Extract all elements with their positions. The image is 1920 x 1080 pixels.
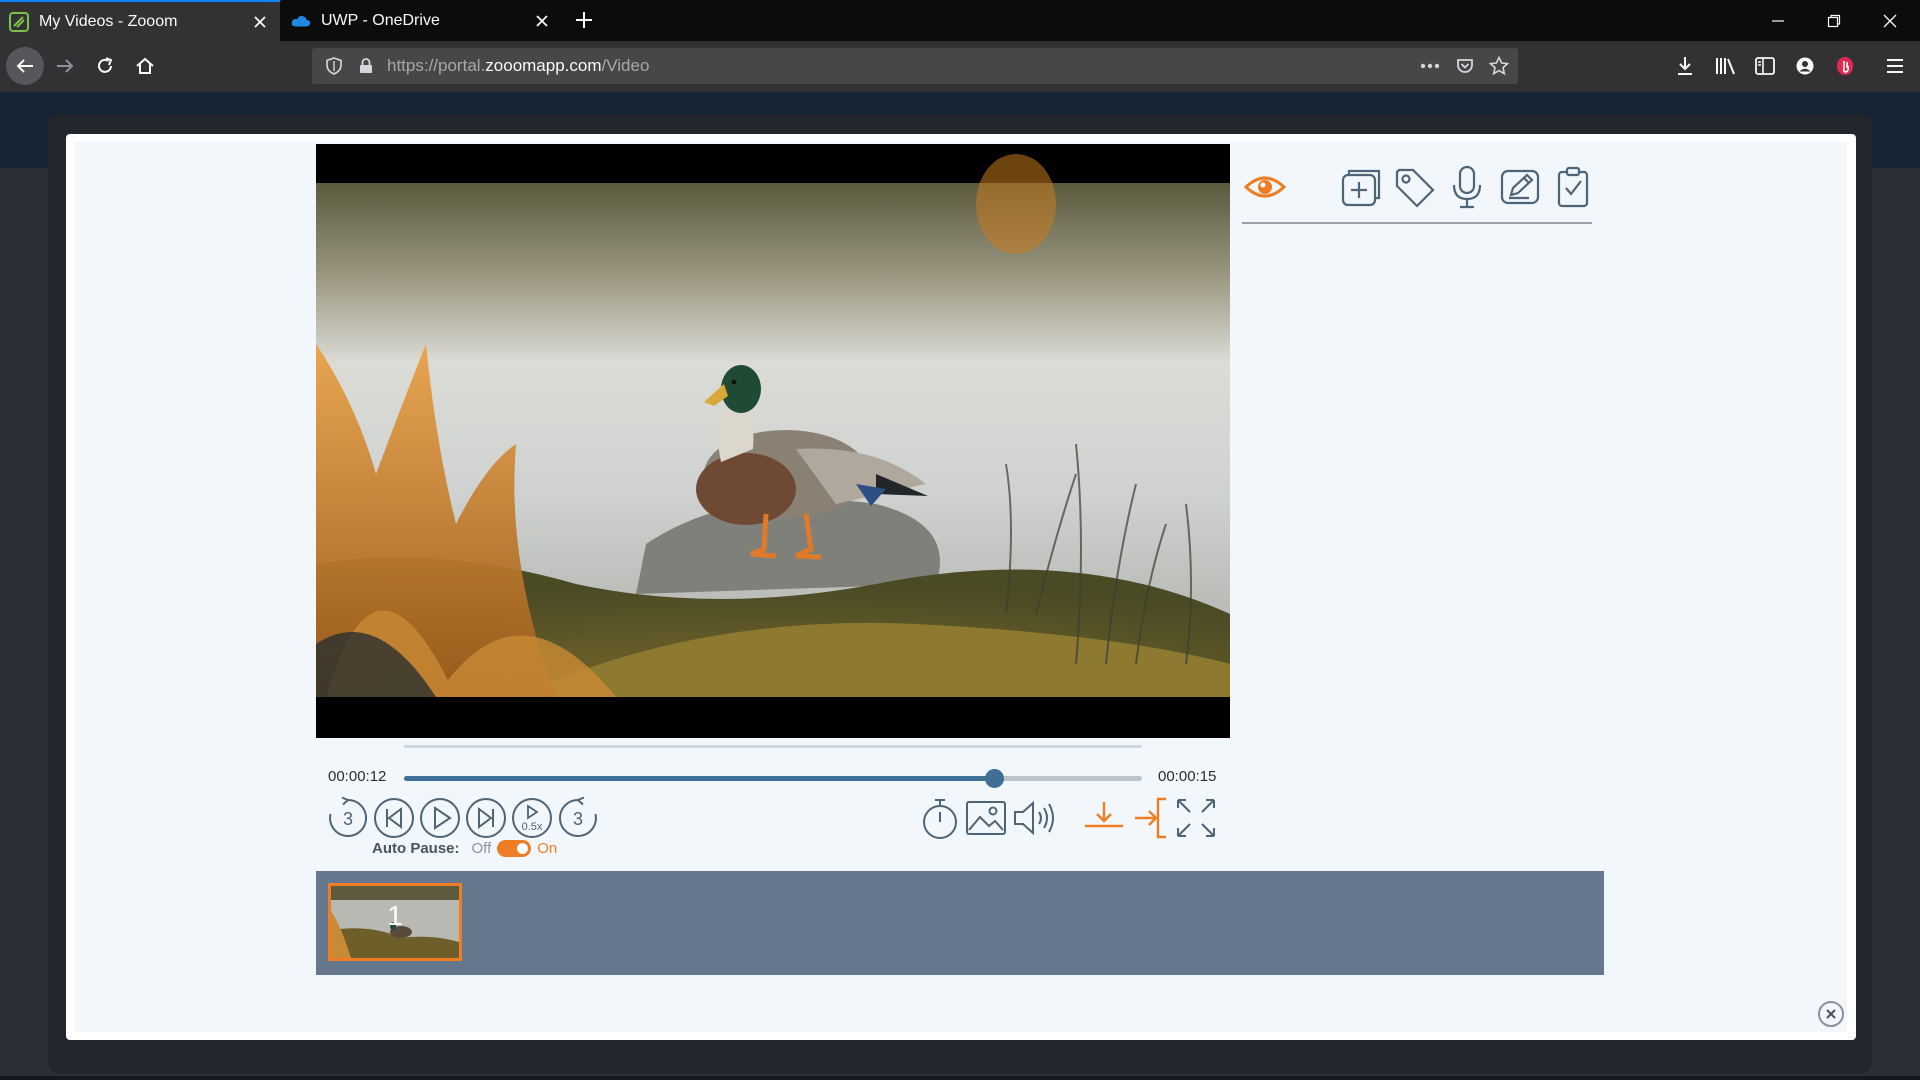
close-window-button[interactable] xyxy=(1862,0,1918,41)
extension-icon[interactable] xyxy=(1828,49,1862,83)
more-actions-icon[interactable] xyxy=(1416,52,1444,80)
set-out-point-button[interactable] xyxy=(1132,796,1176,840)
page-footer-bar xyxy=(0,1076,1920,1080)
restore-icon xyxy=(1827,14,1841,27)
back-button[interactable] xyxy=(6,47,44,85)
playback-speed-button[interactable]: 0.5x xyxy=(510,796,554,840)
mark-in-icon xyxy=(1085,802,1123,828)
reload-icon xyxy=(98,57,113,73)
clip-number: 1 xyxy=(387,900,403,931)
previous-frame-button[interactable] xyxy=(372,796,416,840)
microphone-icon[interactable] xyxy=(1444,164,1490,210)
auto-pause-label: Auto Pause: xyxy=(372,839,460,857)
set-in-point-button[interactable] xyxy=(1082,796,1126,840)
pocket-icon[interactable] xyxy=(1451,52,1479,80)
toggle-knob xyxy=(517,842,529,854)
video-player[interactable] xyxy=(316,144,1230,738)
tab-title: UWP - OneDrive xyxy=(321,11,440,29)
tab-my-videos[interactable]: My Videos - Zooom xyxy=(0,0,280,41)
timer-button[interactable] xyxy=(918,796,962,840)
slow-motion-icon: 0.5x xyxy=(512,798,552,838)
url-text[interactable]: https://portal.zooomapp.com/Video xyxy=(387,48,649,84)
clip-thumbnail[interactable]: 1 xyxy=(328,883,462,961)
minimize-button[interactable] xyxy=(1750,0,1806,41)
duration: 00:00:15 xyxy=(1158,768,1217,785)
arrow-right-icon xyxy=(57,59,74,73)
close-icon xyxy=(1826,1009,1836,1019)
auto-pause-toggle[interactable] xyxy=(497,839,532,857)
star-icon[interactable] xyxy=(1485,52,1513,80)
clip-filmstrip: 1 xyxy=(316,871,1604,975)
stopwatch-icon xyxy=(923,799,957,839)
plus-icon xyxy=(576,12,592,28)
clip-range-track[interactable] xyxy=(404,745,1142,748)
forward-icon: 3 xyxy=(558,796,597,837)
modal-close-button[interactable] xyxy=(1818,1001,1844,1027)
menu-icon[interactable] xyxy=(1878,49,1912,83)
close-icon xyxy=(1883,14,1897,27)
expand-icon xyxy=(1177,799,1215,837)
zooom-favicon xyxy=(9,11,29,32)
home-button[interactable] xyxy=(126,47,164,85)
close-tab-icon[interactable] xyxy=(528,7,556,35)
play-icon xyxy=(420,798,460,838)
play-button[interactable] xyxy=(418,796,462,840)
account-icon[interactable] xyxy=(1788,49,1822,83)
tag-icon[interactable] xyxy=(1391,164,1437,210)
auto-pause-control: Auto Pause: Off On xyxy=(372,838,557,858)
skip-forward-icon xyxy=(466,798,506,838)
forward-seconds: 3 xyxy=(573,809,583,829)
snapshot-button[interactable] xyxy=(964,796,1008,840)
onedrive-favicon xyxy=(291,11,311,31)
volume-icon xyxy=(1014,800,1054,836)
arrow-left-icon xyxy=(16,59,33,73)
current-time: 00:00:12 xyxy=(328,768,387,785)
forward-button[interactable]: 3 xyxy=(556,796,600,840)
volume-button[interactable] xyxy=(1012,796,1056,840)
library-icon[interactable] xyxy=(1708,49,1742,83)
skip-back-icon xyxy=(374,798,414,838)
mark-out-icon xyxy=(1135,797,1166,839)
download-icon[interactable] xyxy=(1668,49,1702,83)
tab-onedrive[interactable]: UWP - OneDrive xyxy=(282,0,562,41)
url-bar[interactable]: https://portal.zooomapp.com/Video xyxy=(312,48,1518,84)
rewind-button[interactable]: 3 xyxy=(326,796,370,840)
fullscreen-button[interactable] xyxy=(1174,796,1218,840)
browser-nav-bar: https://portal.zooomapp.com/Video xyxy=(0,41,1920,92)
seek-bar-progress xyxy=(404,776,995,781)
next-frame-button[interactable] xyxy=(464,796,508,840)
rewind-seconds: 3 xyxy=(343,809,353,829)
reload-button[interactable] xyxy=(86,47,124,85)
sidebar-icon[interactable] xyxy=(1748,49,1782,83)
speed-label: 0.5x xyxy=(522,821,543,833)
rewind-icon: 3 xyxy=(329,796,368,837)
image-icon xyxy=(966,801,1006,835)
minimize-icon xyxy=(1772,19,1784,22)
browser-tab-bar: My Videos - Zooom UWP - OneDrive xyxy=(0,0,1920,41)
seek-bar[interactable] xyxy=(404,776,1142,781)
forward-button[interactable] xyxy=(46,47,84,85)
shield-icon[interactable] xyxy=(320,52,348,80)
home-icon xyxy=(136,57,154,74)
close-tab-icon[interactable] xyxy=(246,8,274,36)
video-frame xyxy=(316,154,1230,697)
pencil-icon[interactable] xyxy=(1497,164,1543,210)
annotation-toolbar xyxy=(1242,164,1592,224)
tab-title: My Videos - Zooom xyxy=(39,12,178,30)
new-tab-button[interactable] xyxy=(568,4,600,36)
add-note-icon[interactable] xyxy=(1338,164,1384,210)
auto-pause-off-label[interactable]: Off xyxy=(472,840,492,857)
restore-button[interactable] xyxy=(1806,0,1862,41)
clipboard-check-icon[interactable] xyxy=(1550,164,1596,210)
auto-pause-on-label[interactable]: On xyxy=(537,840,557,857)
lock-icon[interactable] xyxy=(352,52,380,80)
eye-icon[interactable] xyxy=(1242,164,1288,210)
